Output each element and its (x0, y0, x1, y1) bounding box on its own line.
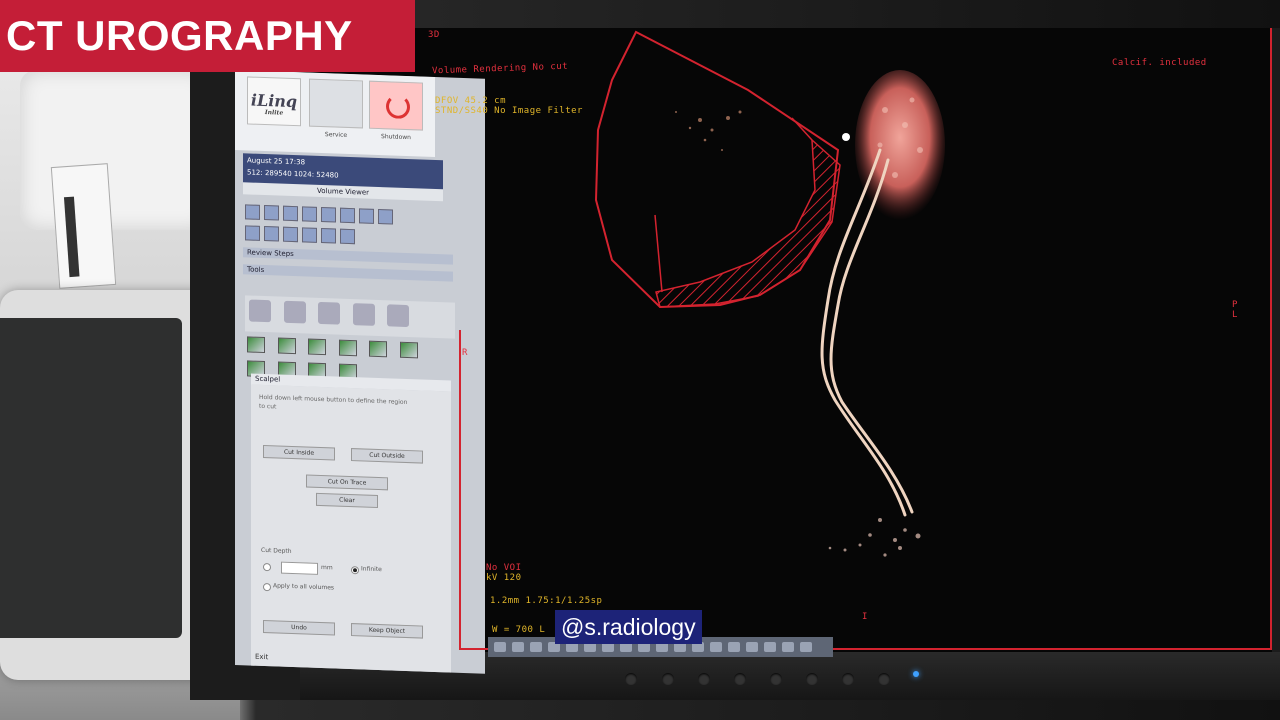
taskbar-icon[interactable] (800, 642, 812, 652)
calcif-label: Calcif. included (1112, 58, 1207, 68)
slice-label: 1.2mm 1.75:1/1.25sp (490, 596, 603, 606)
stnd-label: STND/SS40 No Image Filter (435, 106, 583, 116)
watermark-handle: @s.radiology (555, 610, 702, 644)
kv-label: kV 120 (486, 573, 522, 583)
taskbar-icon[interactable] (782, 642, 794, 652)
taskbar-icon[interactable] (764, 642, 776, 652)
window-label: W = 700 L (492, 625, 546, 635)
bladder (828, 518, 921, 557)
viewport-frame-left (459, 330, 461, 650)
kidney (855, 70, 945, 220)
dfov-label: DFOV 45.2 cm (435, 96, 507, 106)
video-title-banner: CT UROGRAPHY (0, 0, 415, 72)
taskbar-icon[interactable] (530, 642, 542, 652)
voi-label: No VOI (486, 563, 522, 573)
viewport-mode: 3D (428, 30, 440, 40)
taskbar-icon[interactable] (728, 642, 740, 652)
cursor-marker (842, 133, 850, 141)
orientation-left: R (462, 348, 468, 358)
residual-contrast (675, 110, 742, 151)
orientation-right: P L (1232, 300, 1238, 320)
taskbar-icon[interactable] (494, 642, 506, 652)
taskbar-icon[interactable] (512, 642, 524, 652)
taskbar-icon[interactable] (746, 642, 758, 652)
cut-outline (594, 30, 841, 309)
taskbar-icon[interactable] (710, 642, 722, 652)
inferior-marker: I (862, 612, 868, 622)
